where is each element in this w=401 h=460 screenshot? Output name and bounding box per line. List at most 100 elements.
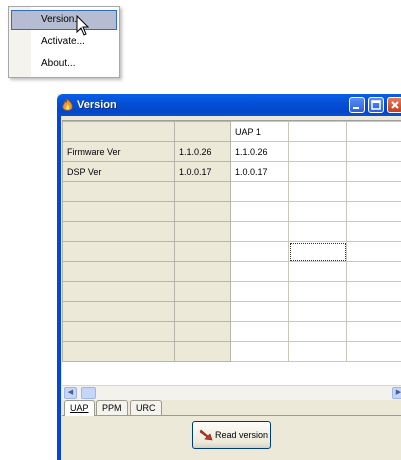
chevron-left-icon: ◀ [68, 389, 73, 396]
tab-label: UAP [70, 403, 89, 413]
table-cell[interactable]: 1.0.0.17 [231, 162, 289, 182]
tab-ppm[interactable]: PPM [96, 400, 128, 415]
close-button[interactable] [387, 97, 401, 113]
table-cell[interactable] [175, 242, 231, 262]
table-cell[interactable] [347, 282, 401, 302]
menu-item-version[interactable]: Version... [11, 10, 117, 30]
tab-uap[interactable]: UAP [64, 400, 95, 416]
minimize-button[interactable] [349, 97, 365, 113]
table-row [63, 342, 401, 362]
table-cell[interactable] [63, 322, 175, 342]
table-cell[interactable] [289, 182, 347, 202]
table-cell[interactable] [175, 202, 231, 222]
table-cell[interactable] [347, 202, 401, 222]
app-flame-icon [61, 98, 74, 112]
table-cell[interactable] [175, 342, 231, 362]
menu-item-about[interactable]: About... [11, 54, 117, 74]
table-cell[interactable] [289, 242, 347, 262]
table-header-row: UAP 1 [63, 122, 401, 142]
table-cell[interactable] [63, 242, 175, 262]
table-cell[interactable] [289, 162, 347, 182]
table-cell[interactable]: 1.1.0.26 [231, 142, 289, 162]
chevron-right-icon: ▶ [396, 389, 401, 396]
table-row [63, 182, 401, 202]
table-cell[interactable]: Firmware Ver [63, 142, 175, 162]
maximize-button[interactable] [368, 97, 384, 113]
scroll-right-button[interactable]: ▶ [392, 387, 401, 399]
table-cell[interactable] [231, 262, 289, 282]
table-row [63, 242, 401, 262]
table-cell[interactable] [231, 182, 289, 202]
table-row [63, 322, 401, 342]
table-cell[interactable] [347, 262, 401, 282]
scroll-left-button[interactable]: ◀ [64, 387, 77, 399]
table-cell[interactable] [347, 302, 401, 322]
table-row: Firmware Ver1.1.0.261.1.0.26 [63, 142, 401, 162]
table-cell[interactable]: DSP Ver [63, 162, 175, 182]
tab-strip: UAP PPM URC [62, 400, 401, 416]
table-cell[interactable] [63, 302, 175, 322]
table-cell[interactable] [231, 302, 289, 322]
table-cell[interactable] [175, 262, 231, 282]
table-cell[interactable] [175, 182, 231, 202]
mouse-pointer-icon [76, 15, 90, 37]
table-cell[interactable] [231, 282, 289, 302]
table-row [63, 222, 401, 242]
version-grid[interactable]: UAP 1Firmware Ver1.1.0.261.1.0.26DSP Ver… [62, 120, 401, 386]
table-cell[interactable] [231, 222, 289, 242]
table-cell[interactable] [347, 322, 401, 342]
table-cell[interactable] [231, 202, 289, 222]
horizontal-scrollbar[interactable]: ◀ ▶ [62, 385, 401, 400]
table-header-cell[interactable] [175, 122, 231, 142]
table-cell[interactable] [63, 342, 175, 362]
table-header-cell[interactable]: UAP 1 [231, 122, 289, 142]
table-cell[interactable] [63, 202, 175, 222]
version-table: UAP 1Firmware Ver1.1.0.261.1.0.26DSP Ver… [62, 121, 401, 362]
table-cell[interactable] [63, 282, 175, 302]
table-row [63, 282, 401, 302]
table-cell[interactable] [175, 302, 231, 322]
table-cell[interactable]: 1.1.0.26 [175, 142, 231, 162]
close-icon [388, 98, 401, 112]
table-cell[interactable] [175, 322, 231, 342]
table-cell[interactable] [289, 302, 347, 322]
tab-urc[interactable]: URC [130, 400, 162, 415]
table-cell[interactable] [289, 282, 347, 302]
table-cell[interactable] [289, 322, 347, 342]
table-cell[interactable] [347, 222, 401, 242]
table-cell[interactable]: 1.0.0.17 [175, 162, 231, 182]
table-cell[interactable] [347, 162, 401, 182]
table-cell[interactable] [231, 342, 289, 362]
table-cell[interactable] [289, 342, 347, 362]
table-header-cell[interactable] [347, 122, 401, 142]
menu-item-label: Activate... [41, 36, 85, 47]
scroll-thumb[interactable] [81, 387, 96, 399]
table-cell[interactable] [289, 202, 347, 222]
table-cell[interactable] [347, 142, 401, 162]
table-cell[interactable] [347, 242, 401, 262]
menu-item-activate[interactable]: Activate... [11, 32, 117, 52]
table-cell[interactable] [231, 322, 289, 342]
table-cell[interactable] [347, 342, 401, 362]
table-cell[interactable] [63, 262, 175, 282]
read-version-label: Read version [215, 430, 268, 440]
table-cell[interactable] [63, 222, 175, 242]
table-cell[interactable] [63, 182, 175, 202]
version-window: Version UAP 1Firmware Ver1.1.0.261.1.0.2… [57, 94, 401, 460]
table-cell[interactable] [175, 222, 231, 242]
table-header-cell[interactable] [63, 122, 175, 142]
window-title: Version [77, 94, 117, 116]
table-cell[interactable] [289, 142, 347, 162]
table-header-cell[interactable] [289, 122, 347, 142]
table-cell[interactable] [175, 282, 231, 302]
table-cell[interactable] [347, 182, 401, 202]
read-version-button[interactable]: Read version [192, 421, 271, 449]
minimize-icon [350, 98, 364, 112]
table-cell[interactable] [231, 242, 289, 262]
table-cell[interactable] [289, 262, 347, 282]
menu-item-label: About... [41, 58, 75, 69]
title-bar[interactable]: Version [57, 94, 401, 116]
context-menu: Version... Activate... About... [8, 6, 120, 78]
table-cell[interactable] [289, 222, 347, 242]
read-arrow-icon [199, 429, 213, 441]
